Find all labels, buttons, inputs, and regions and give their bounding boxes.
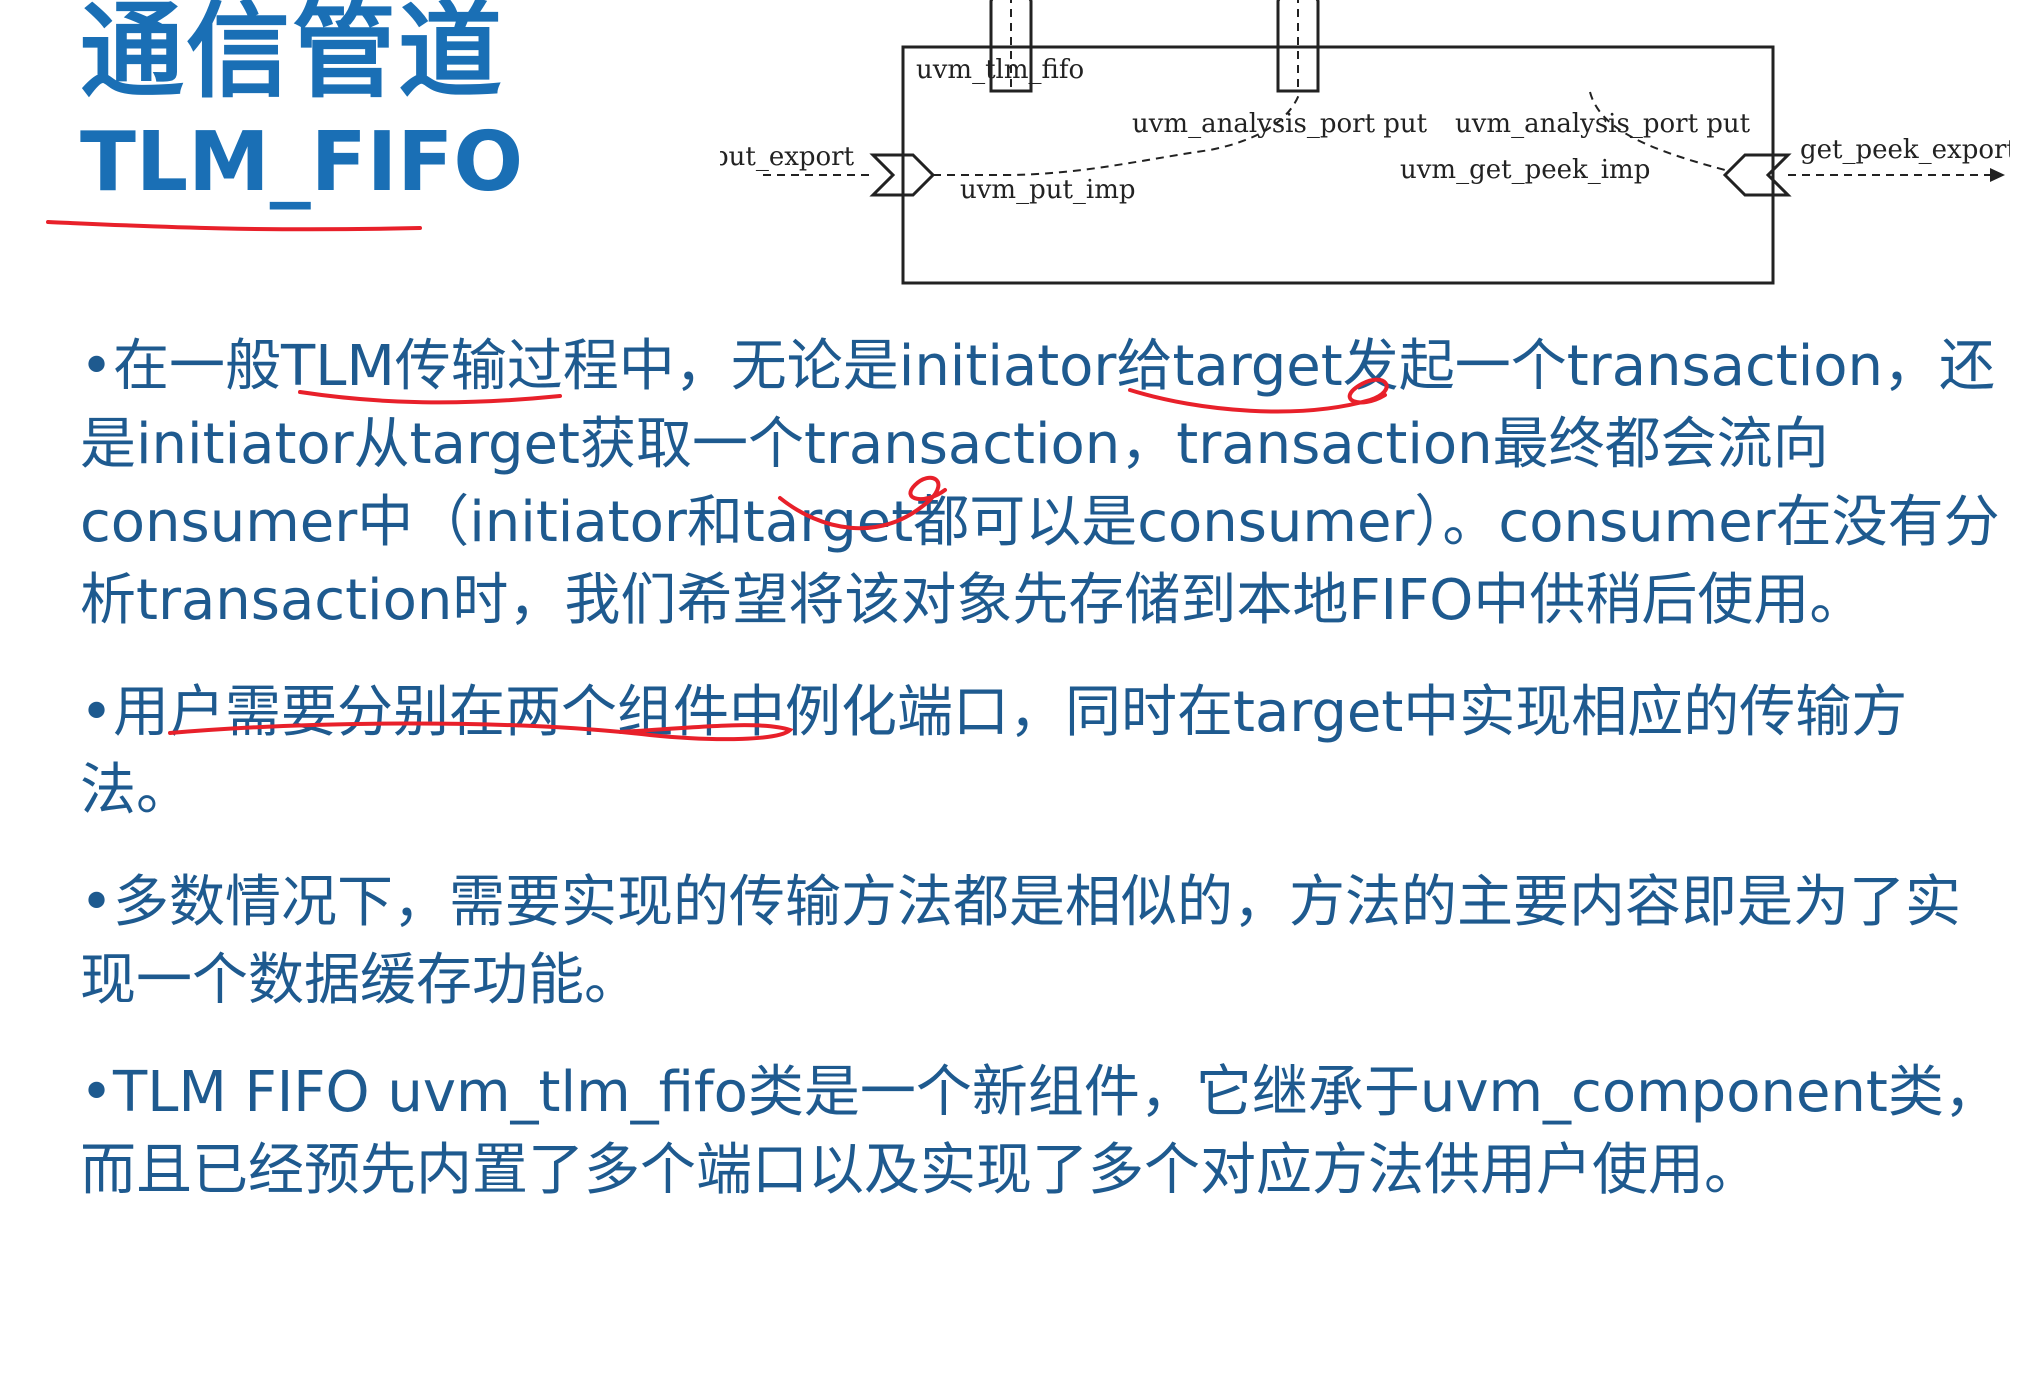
analysis-port-2-label: uvm_analysis_port put — [1455, 109, 1751, 139]
bullet-text: 在一般TLM传输过程中，无论是initiator给target发起一个trans… — [80, 334, 2000, 633]
bullet-item: •用户需要分别在两个组件中例化端口，同时在target中实现相应的传输方法。 — [80, 674, 2010, 830]
bullet-item: •在一般TLM传输过程中，无论是initiator给target发起一个tran… — [80, 328, 2010, 640]
bullet-item: •多数情况下，需要实现的传输方法都是相似的，方法的主要内容即是为了实现一个数据缓… — [80, 864, 2010, 1020]
bullet-text: 用户需要分别在两个组件中例化端口，同时在target中实现相应的传输方法。 — [80, 680, 1908, 823]
bullet-item: •TLM FIFO uvm_tlm_fifo类是一个新组件，它继承于uvm_co… — [80, 1054, 2010, 1210]
put-export-label: put_export — [720, 142, 855, 172]
bullet-list: •在一般TLM传输过程中，无论是initiator给target发起一个tran… — [80, 328, 2010, 1244]
page-title: 通信管道 — [80, 0, 505, 112]
get-peek-imp-label: uvm_get_peek_imp — [1400, 155, 1650, 185]
tlm-fifo-diagram: uvm_tlm_fifo uvm_analysis_port put uvm_a… — [720, 0, 2010, 300]
bullet-marker: • — [80, 334, 114, 399]
bullet-marker: • — [80, 680, 114, 745]
fifo-box-label: uvm_tlm_fifo — [916, 55, 1084, 85]
bullet-marker: • — [80, 870, 114, 935]
bullet-text: TLM FIFO uvm_tlm_fifo类是一个新组件，它继承于uvm_com… — [80, 1060, 2000, 1203]
bullet-marker: • — [80, 1060, 114, 1125]
get-peek-export-label: get_peek_export — [1800, 135, 2010, 165]
page-subtitle: TLM_FIFO — [80, 115, 524, 210]
put-imp-label: uvm_put_imp — [960, 175, 1136, 205]
bullet-text: 多数情况下，需要实现的传输方法都是相似的，方法的主要内容即是为了实现一个数据缓存… — [80, 870, 1962, 1013]
title-underline-stroke — [46, 220, 422, 232]
analysis-port-1-label: uvm_analysis_port put — [1132, 109, 1428, 139]
